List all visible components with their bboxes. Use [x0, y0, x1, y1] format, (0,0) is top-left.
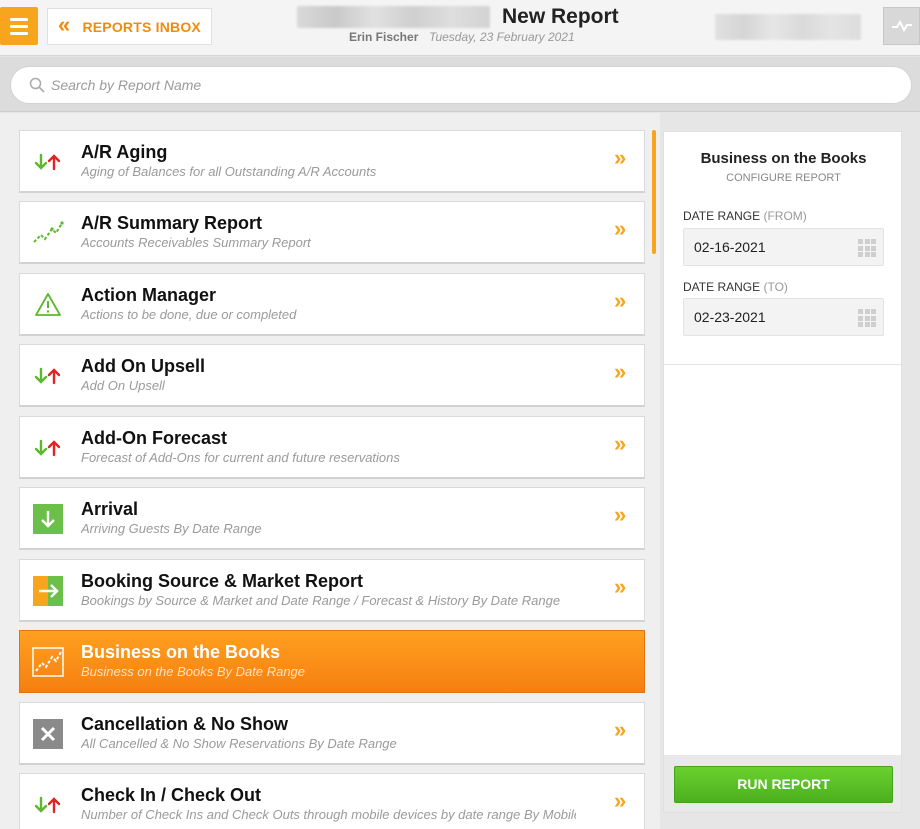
app-header: « REPORTS INBOX New Report Erin Fischer … [0, 0, 920, 56]
date-to-label: DATE RANGE (TO) [683, 280, 788, 294]
trend-line-icon [32, 646, 64, 678]
double-chevron-right-icon: » [614, 431, 627, 456]
report-subtitle: Aging of Balances for all Outstanding A/… [81, 164, 377, 179]
date-to-value: 02-23-2021 [694, 309, 766, 325]
search-bar: Search by Report Name [0, 57, 920, 112]
report-subtitle: Number of Check Ins and Check Outs throu… [81, 807, 576, 822]
redacted-user-info [715, 14, 861, 40]
report-subtitle: Forecast of Add-Ons for current and futu… [81, 450, 400, 465]
report-title: Booking Source & Market Report [81, 571, 364, 591]
double-chevron-right-icon: » [614, 216, 627, 241]
report-subtitle: Arriving Guests By Date Range [81, 521, 262, 536]
report-title: A/R Summary Report [81, 213, 263, 233]
user-name: Erin Fischer [349, 30, 419, 44]
trend-line-icon [32, 217, 64, 249]
report-item[interactable]: A/R Summary Report Accounts Receivables S… [19, 201, 645, 264]
date-from-value: 02-16-2021 [694, 239, 766, 255]
up-down-arrows-icon [32, 146, 64, 178]
report-subtitle: Actions to be done, due or completed [81, 307, 297, 322]
report-item[interactable]: Add-On Forecast Forecast of Add-Ons for c… [19, 416, 645, 479]
report-item[interactable]: Cancellation & No Show All Cancelled & No… [19, 702, 645, 765]
report-subtitle: Bookings by Source & Market and Date Ran… [81, 593, 561, 608]
date-to-field[interactable]: 02-23-2021 [683, 298, 884, 336]
search-input[interactable]: Search by Report Name [10, 66, 912, 104]
report-subtitle: Accounts Receivables Summary Report [81, 235, 311, 250]
calendar-icon[interactable] [858, 309, 876, 327]
report-item[interactable]: Business on the Books Business on the Boo… [19, 630, 645, 693]
report-subtitle: Business on the Books By Date Range [81, 664, 306, 679]
report-title: Action Manager [81, 285, 217, 305]
report-list: A/R Aging Aging of Balances for all Outst… [0, 113, 660, 829]
reports-inbox-label: REPORTS INBOX [82, 18, 201, 35]
report-item[interactable]: Add On Upsell Add On Upsell » [19, 344, 645, 407]
double-chevron-right-icon: » [614, 788, 627, 813]
double-chevron-right-icon: » [614, 359, 627, 384]
double-chevron-left-icon: « [58, 12, 71, 37]
arrival-icon [32, 503, 64, 535]
report-title: Check In / Check Out [81, 785, 262, 805]
pulse-icon [891, 19, 912, 33]
date-from-field[interactable]: 02-16-2021 [683, 228, 884, 266]
double-chevron-right-icon: » [614, 288, 627, 313]
config-title: Business on the Books [700, 150, 867, 167]
up-down-arrows-icon [32, 360, 64, 392]
config-subtitle: CONFIGURE REPORT [726, 172, 841, 184]
page-title: New Report [502, 5, 619, 28]
activity-button[interactable] [883, 7, 920, 45]
configure-report-panel: Business on the Books CONFIGURE REPORT D… [663, 131, 902, 813]
report-item[interactable]: Check In / Check Out Number of Check Ins … [19, 773, 645, 829]
double-chevron-right-icon: » [614, 574, 627, 599]
report-item[interactable]: A/R Aging Aging of Balances for all Outst… [19, 130, 645, 193]
date-from-label: DATE RANGE (FROM) [683, 209, 807, 223]
report-item[interactable]: Arrival Arriving Guests By Date Range » [19, 487, 645, 550]
run-report-button[interactable]: RUN REPORT [674, 766, 893, 803]
report-title: Business on the Books [81, 642, 281, 662]
list-scrollbar[interactable] [652, 130, 656, 254]
double-chevron-right-icon: » [614, 145, 627, 170]
report-title: Add-On Forecast [81, 428, 228, 448]
reports-inbox-button[interactable]: « REPORTS INBOX [47, 8, 212, 45]
report-title: Cancellation & No Show [81, 714, 289, 734]
hamburger-icon [10, 17, 28, 21]
report-subtitle: Add On Upsell [81, 378, 165, 393]
up-down-arrows-icon [32, 789, 64, 821]
search-icon [29, 77, 45, 93]
report-item[interactable]: Booking Source & Market Report Bookings b… [19, 559, 645, 622]
menu-button[interactable] [0, 7, 38, 45]
double-chevron-right-icon: » [614, 502, 627, 527]
report-title: Add On Upsell [81, 356, 206, 376]
double-chevron-right-icon: » [614, 717, 627, 742]
report-title: A/R Aging [81, 142, 168, 162]
current-date: Tuesday, 23 February 2021 [429, 30, 575, 44]
cancel-icon [32, 718, 64, 750]
report-subtitle: All Cancelled & No Show Reservations By … [81, 736, 397, 751]
report-item[interactable]: Action Manager Actions to be done, due or… [19, 273, 645, 336]
split-arrow-icon [32, 575, 64, 607]
warning-icon [32, 289, 64, 321]
report-title: Arrival [81, 499, 139, 519]
search-placeholder: Search by Report Name [51, 77, 202, 93]
redacted-property-name [297, 6, 490, 28]
up-down-arrows-icon [32, 432, 64, 464]
calendar-icon[interactable] [858, 239, 876, 257]
